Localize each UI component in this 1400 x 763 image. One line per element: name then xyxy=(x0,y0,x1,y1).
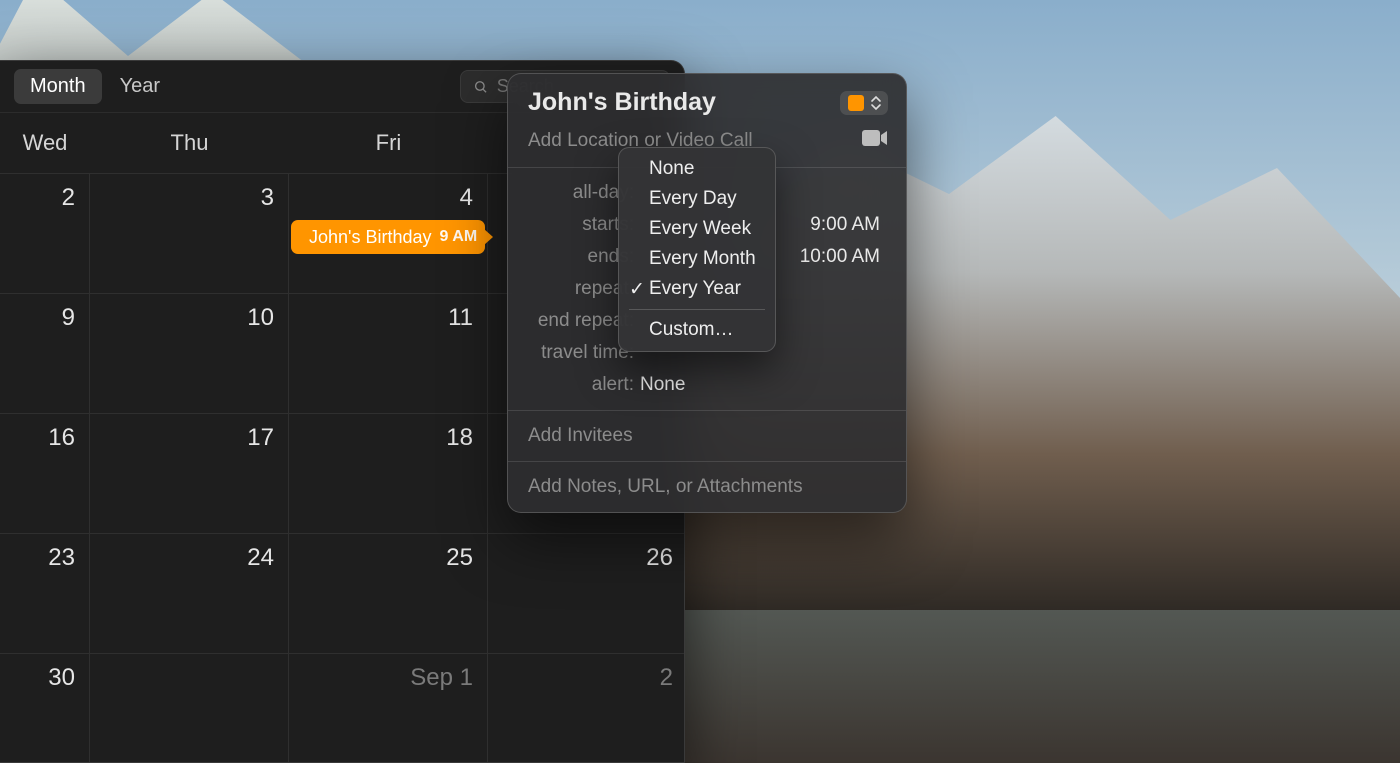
day-cell[interactable]: 30 xyxy=(0,654,90,763)
day-cell[interactable]: Sep 1 xyxy=(289,654,488,763)
event-chip-johns-birthday[interactable]: John's Birthday 9 AM xyxy=(291,220,485,254)
calendar-color-picker[interactable] xyxy=(840,91,888,115)
date-number: 2 xyxy=(62,184,75,212)
repeat-option-every-month[interactable]: Every Month xyxy=(619,244,775,274)
date-number: 18 xyxy=(446,424,473,452)
day-cell[interactable]: 18 xyxy=(289,414,488,533)
day-cell[interactable]: 10 xyxy=(90,294,289,413)
day-cell[interactable]: 11 xyxy=(289,294,488,413)
chevron-updown-icon xyxy=(870,95,882,111)
view-segmented-control: Month Year xyxy=(14,69,176,104)
view-month-button[interactable]: Month xyxy=(14,69,102,104)
weekday-fri: Fri xyxy=(289,130,488,156)
search-icon xyxy=(473,78,489,96)
date-number: 16 xyxy=(48,424,75,452)
repeat-option-every-day[interactable]: Every Day xyxy=(619,184,775,214)
view-year-button[interactable]: Year xyxy=(104,69,176,104)
date-number: 23 xyxy=(48,544,75,572)
day-cell[interactable]: 2 xyxy=(488,654,685,763)
repeat-dropdown-menu: None Every Day Every Week Every Month Ev… xyxy=(618,147,776,352)
weekday-wed: Wed xyxy=(0,130,90,156)
event-title-field[interactable]: John's Birthday xyxy=(528,88,840,117)
date-number: 25 xyxy=(446,544,473,572)
date-number: 30 xyxy=(48,664,75,692)
video-call-icon[interactable] xyxy=(862,129,888,153)
date-number: 10 xyxy=(247,304,274,332)
calendar-color-swatch xyxy=(848,95,864,111)
date-number: Sep 1 xyxy=(410,664,473,692)
week-row: 30 31 Sep 1 2 xyxy=(0,653,684,763)
date-number: 17 xyxy=(247,424,274,452)
day-cell[interactable]: 9 xyxy=(0,294,90,413)
day-cell[interactable]: 16 xyxy=(0,414,90,533)
day-cell[interactable]: 2 xyxy=(0,174,90,293)
day-cell[interactable]: 4 John's Birthday 9 AM xyxy=(289,174,488,293)
add-notes-field[interactable]: Add Notes, URL, or Attachments xyxy=(508,462,906,512)
repeat-option-every-year[interactable]: Every Year xyxy=(619,274,775,304)
week-row: 23 24 25 26 xyxy=(0,533,684,653)
day-cell[interactable]: 24 xyxy=(90,534,289,653)
day-cell[interactable]: 17 xyxy=(90,414,289,533)
date-number: 11 xyxy=(448,304,473,332)
event-title: John's Birthday xyxy=(309,227,432,248)
repeat-option-none[interactable]: None xyxy=(619,154,775,184)
menu-separator xyxy=(629,309,765,310)
event-time: 9 AM xyxy=(440,228,478,246)
date-number: 3 xyxy=(261,184,274,212)
date-number: 2 xyxy=(660,664,673,692)
repeat-option-every-week[interactable]: Every Week xyxy=(619,214,775,244)
day-cell[interactable]: 23 xyxy=(0,534,90,653)
date-number: 4 xyxy=(460,184,473,212)
value-alert[interactable]: None xyxy=(640,374,886,396)
date-number: 24 xyxy=(247,544,274,572)
day-cell[interactable]: 31 xyxy=(90,654,289,763)
repeat-option-custom[interactable]: Custom… xyxy=(619,315,775,345)
day-cell[interactable]: 26 xyxy=(488,534,685,653)
date-number: 9 xyxy=(62,304,75,332)
add-invitees-field[interactable]: Add Invitees xyxy=(508,411,906,461)
day-cell[interactable]: 25 xyxy=(289,534,488,653)
weekday-thu: Thu xyxy=(90,130,289,156)
day-cell[interactable]: 3 xyxy=(90,174,289,293)
label-alert: alert: xyxy=(528,374,640,396)
date-number: 26 xyxy=(646,544,673,572)
